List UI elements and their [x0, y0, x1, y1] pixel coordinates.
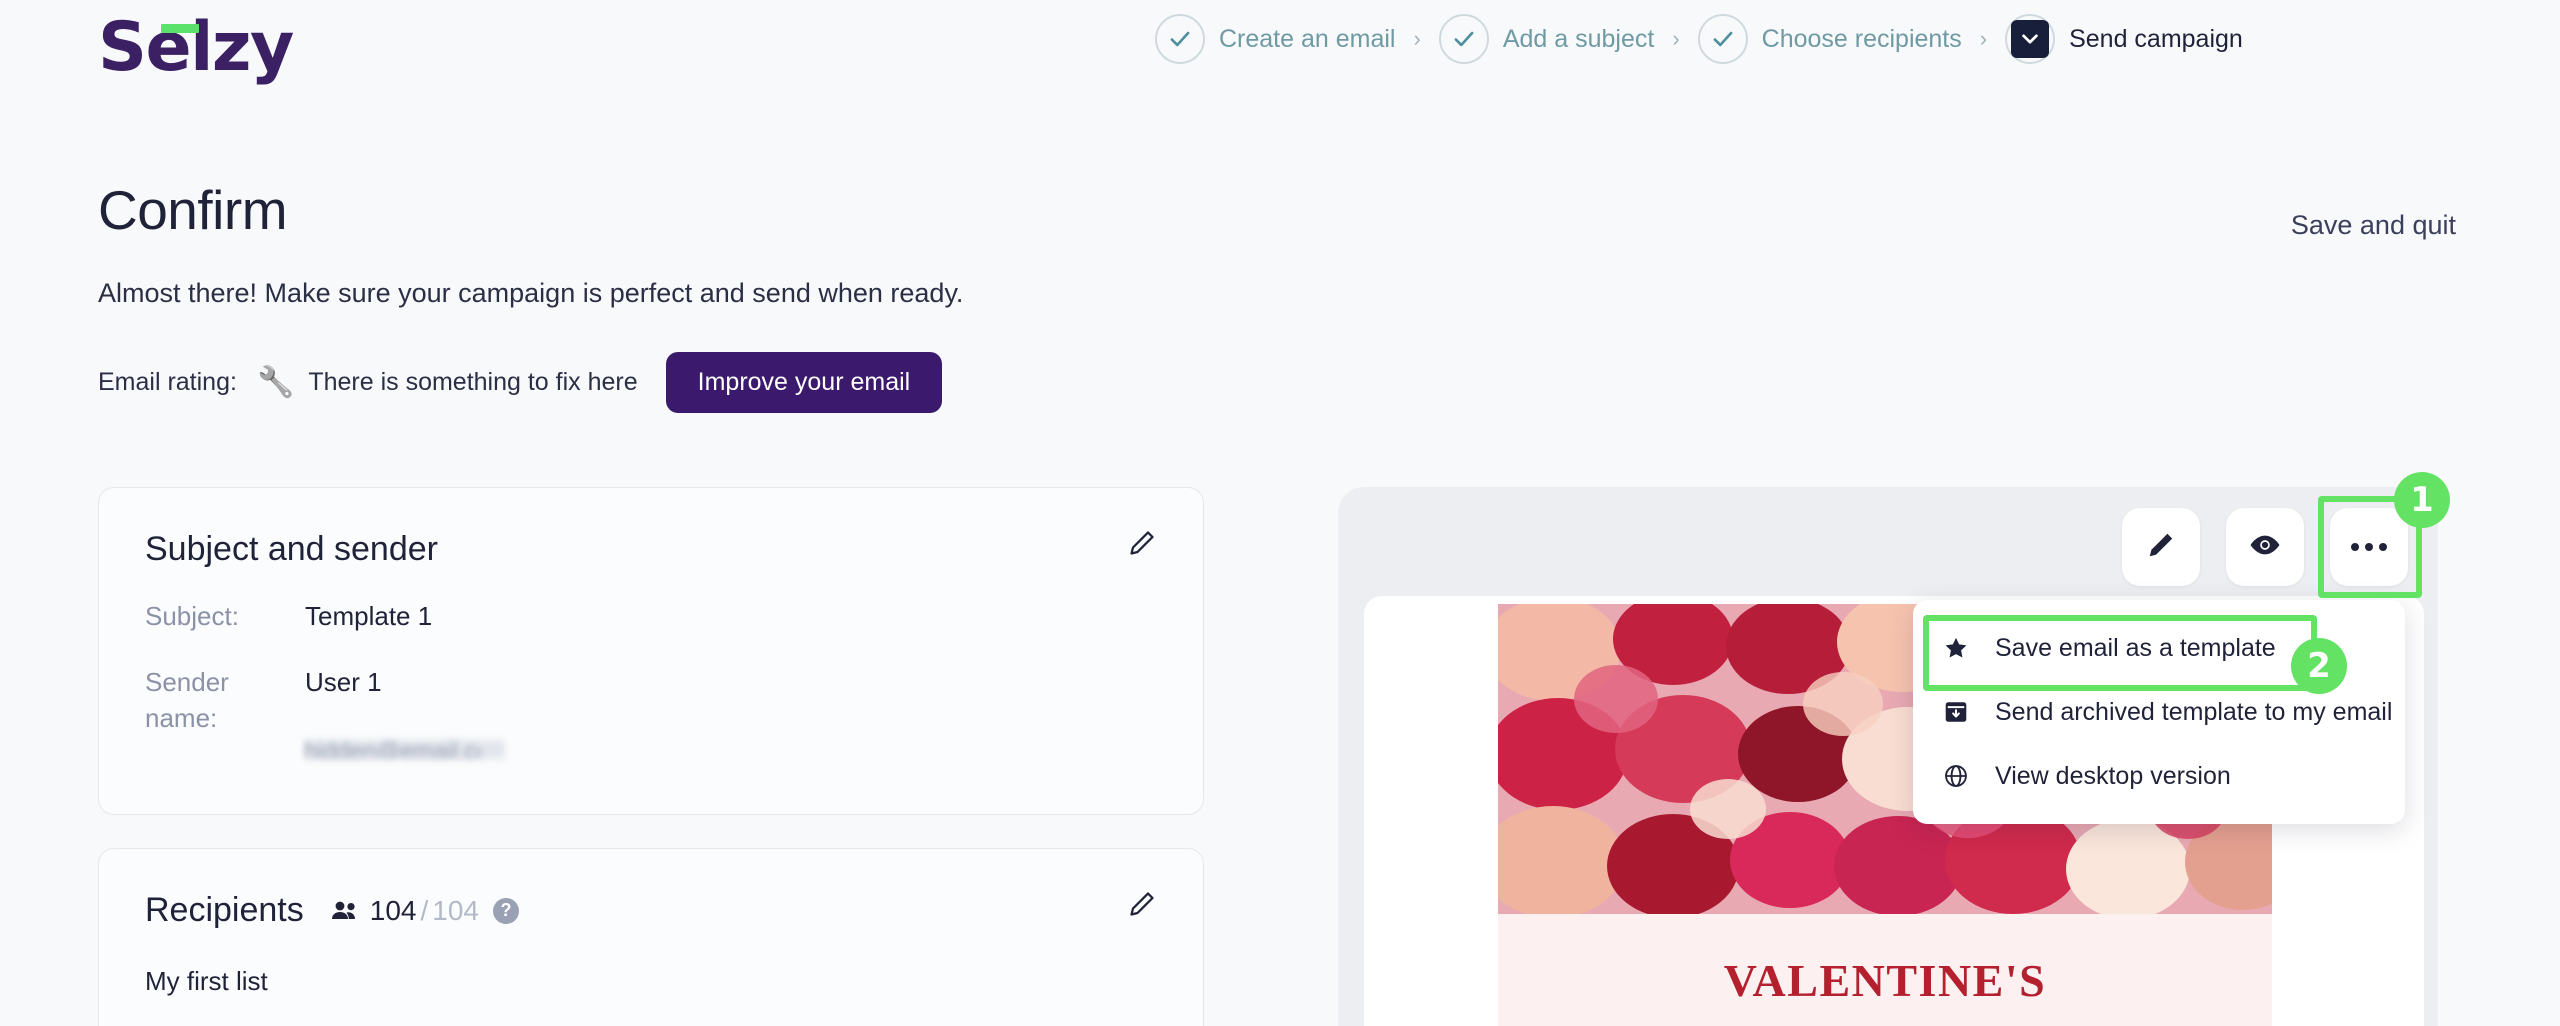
ellipsis-icon [2351, 543, 2387, 551]
annotation-badge-2: 2 [2291, 638, 2347, 694]
page-title: Confirm [98, 179, 288, 241]
check-icon [1155, 14, 1205, 64]
question-mark-icon[interactable]: ? [492, 897, 519, 924]
more-options-menu: Save email as a template Send archived t… [1913, 600, 2405, 824]
stepper-separator: › [1979, 26, 1988, 51]
people-icon [330, 899, 360, 923]
app-header: Selzy Create an email › Add a subject › … [0, 0, 2560, 100]
edit-email-button[interactable] [2122, 508, 2200, 586]
recipients-card: Recipients 104 / 104 ? My first list [98, 848, 1204, 1026]
stepper-step-create-an-email[interactable]: Create an email [1155, 14, 1395, 64]
annotation-badge-1: 1 [2394, 472, 2450, 528]
selzy-logo-text: Selzy [98, 8, 294, 87]
subject-and-sender-card: Subject and sender Subject: Template 1 S… [98, 487, 1204, 815]
card-header: Subject and sender [99, 488, 1203, 569]
card-title: Recipients [145, 891, 304, 929]
card-header: Recipients 104 / 104 ? [99, 849, 1203, 930]
recipients-separator: / [420, 894, 429, 926]
sender-name-field-row: Sender name: User 1 [99, 665, 1203, 737]
eye-icon [2248, 528, 2282, 567]
campaign-stepper: Create an email › Add a subject › Choose… [1155, 14, 2243, 64]
logo-accent-bar [161, 24, 199, 33]
stepper-step-add-a-subject[interactable]: Add a subject [1438, 14, 1655, 64]
email-heading-text: VALENTINE'S [1723, 954, 2047, 1006]
pencil-icon[interactable] [1127, 889, 1157, 924]
email-rating-label: Email rating: [98, 368, 237, 396]
field-key: Subject: [145, 601, 239, 631]
pencil-icon[interactable] [1127, 528, 1157, 563]
wrench-icon: 🔧 [256, 365, 295, 399]
stepper-label: Choose recipients [1761, 24, 1962, 53]
stepper-step-choose-recipients[interactable]: Choose recipients [1697, 14, 1962, 64]
stepper-label: Create an email [1219, 24, 1396, 53]
check-icon [1438, 14, 1489, 64]
stepper-label: Add a subject [1502, 24, 1655, 53]
stepper-separator: › [1413, 26, 1421, 51]
recipients-total: 104 [432, 894, 479, 926]
field-value: User 1 [305, 666, 382, 697]
subject-field-row: Subject: Template 1 [99, 599, 1203, 635]
email-heading-band: VALENTINE'S [1498, 914, 2272, 1026]
page-subtitle: Almost there! Make sure your campaign is… [98, 278, 964, 308]
card-title: Subject and sender [145, 530, 438, 568]
stepper-step-send-campaign[interactable]: Send campaign [2005, 14, 2243, 64]
redacted-sender-email-text: hidden@email.com [304, 738, 480, 758]
field-key: Sender name: [145, 666, 229, 733]
globe-icon [1939, 763, 1973, 789]
email-rating-row: Email rating: 🔧 There is something to fi… [98, 352, 943, 413]
field-value: Template 1 [305, 601, 433, 631]
view-desktop-version-menu-item[interactable]: View desktop version [1913, 744, 2405, 808]
preview-email-button[interactable] [2226, 508, 2304, 586]
star-icon [1939, 635, 1973, 661]
save-and-quit-link[interactable]: Save and quit [2291, 210, 2456, 241]
recipients-count: 104 [369, 894, 417, 926]
archive-download-icon [1939, 699, 1973, 725]
menu-item-label: Send archived template to my email [1995, 697, 2393, 726]
stepper-label: Send campaign [2069, 24, 2243, 53]
recipients-list-name: My first list [145, 966, 268, 996]
check-icon [1697, 14, 1748, 64]
menu-item-label: Save email as a template [1995, 633, 2276, 662]
envelope-icon [2005, 14, 2056, 64]
menu-item-label: View desktop version [1995, 761, 2231, 790]
email-rating-status: There is something to fix here [308, 368, 638, 396]
improve-your-email-button[interactable]: Improve your email [665, 352, 943, 413]
more-options-button[interactable] [2330, 508, 2408, 586]
pencil-icon [2145, 529, 2177, 566]
selzy-logo[interactable]: Selzy [98, 8, 294, 87]
stepper-separator: › [1672, 26, 1680, 51]
